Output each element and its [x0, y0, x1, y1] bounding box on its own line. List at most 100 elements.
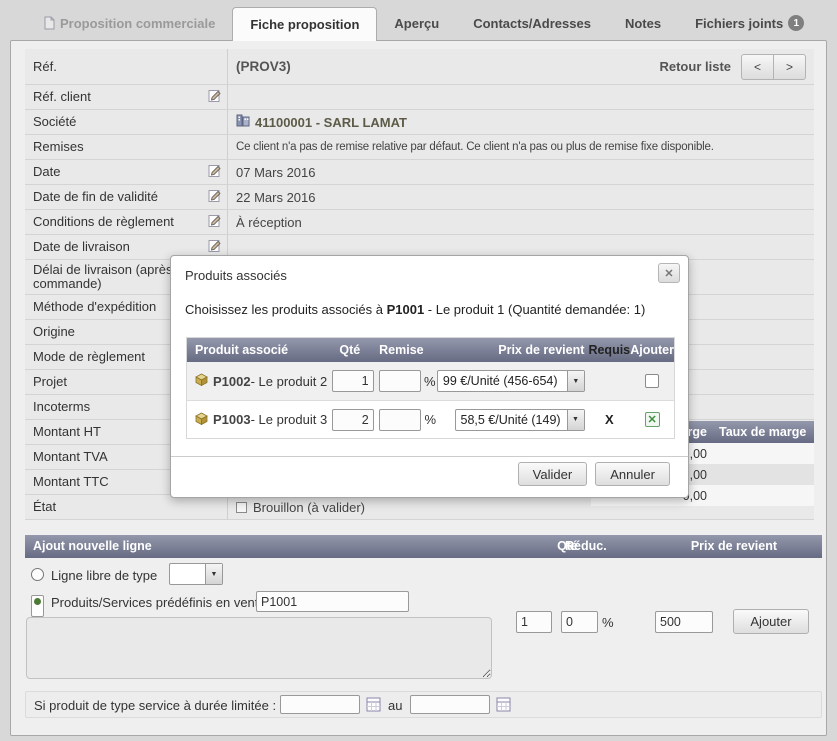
column-header-prix-de-revient: Prix de revient [498, 343, 585, 357]
column-header-ajouter: Ajouter [630, 343, 674, 357]
back-to-list-link[interactable]: Retour liste [659, 59, 731, 74]
next-button[interactable]: > [773, 53, 806, 80]
reduc-input[interactable] [561, 611, 598, 633]
required-mark: X [605, 412, 614, 427]
field-label: Réf. client [33, 89, 91, 104]
qty-input[interactable] [331, 370, 374, 392]
tab-label: Notes [624, 15, 662, 31]
field-label: État [25, 495, 228, 519]
parent-product-ref: P1001 [386, 302, 425, 317]
tab-label: Contacts/Adresses [473, 15, 591, 31]
cancel-button[interactable]: Annuler [595, 462, 670, 486]
field-label: Remises [25, 135, 228, 159]
chevron-down-icon: ▼ [566, 409, 584, 430]
calendar-icon[interactable] [496, 697, 511, 715]
form-row-ref: Réf. (PROV3) Retour liste < > [25, 49, 814, 85]
free-line-label: Ligne libre de type [51, 568, 158, 583]
service-date-start-input[interactable] [280, 695, 360, 714]
table-row: P1002 - Le produit 2 % 99 €/Unité (456-6… [187, 362, 674, 400]
form-row-conditions-reglement: Conditions de règlement À réception [25, 210, 814, 235]
dialog-intro: Choisissez les produits associés à P1001… [185, 302, 646, 317]
edit-icon[interactable] [208, 214, 222, 231]
draft-status-icon [236, 501, 247, 513]
tab-suivi[interactable]: Suivi [821, 6, 837, 40]
field-value: À réception [236, 214, 302, 230]
predefined-product-label: Produits/Services prédéfinis en vente [51, 595, 266, 610]
add-product-checkbox[interactable] [645, 374, 660, 388]
edit-icon[interactable] [208, 189, 222, 206]
free-line-type-select[interactable]: ▼ [169, 563, 223, 585]
service-duration-row: Si produit de type service à durée limit… [25, 691, 822, 718]
product-ref-input[interactable] [256, 591, 409, 612]
column-header-reduc: Réduc. [565, 539, 607, 553]
field-value: 07 Mars 2016 [236, 164, 316, 180]
form-row-remises: Remises Ce client n'a pas de remise rela… [25, 135, 814, 160]
service-duration-au-label: au [388, 698, 403, 713]
company-link[interactable]: 41100001 - SARL LAMAT [255, 115, 407, 130]
status-value: Brouillon (à valider) [253, 499, 365, 515]
calendar-icon[interactable] [366, 697, 381, 715]
product-ref-link[interactable]: P1003 [213, 412, 251, 427]
tab-contacts-adresses[interactable]: Contacts/Adresses [456, 6, 608, 40]
field-value: Ce client n'a pas de remise relative par… [236, 141, 714, 153]
remise-input[interactable] [379, 370, 422, 392]
document-icon [43, 16, 55, 30]
tab-proposition-commerciale[interactable]: Proposition commerciale [26, 6, 232, 40]
product-name: - Le produit 3 [250, 412, 328, 427]
associated-products-table: Produit associé Qté Remise Prix de revie… [186, 337, 675, 439]
product-name: - Le produit 2 [250, 373, 328, 389]
remise-input[interactable] [379, 408, 422, 431]
product-ref-link[interactable]: P1002 [213, 374, 251, 389]
qty-input[interactable] [331, 408, 374, 431]
field-value [228, 85, 814, 109]
product-icon [195, 373, 208, 389]
price-input[interactable] [655, 611, 713, 633]
percent-label: % [424, 412, 436, 427]
edit-icon[interactable] [208, 239, 222, 256]
add-line-button[interactable]: Ajouter [733, 609, 809, 634]
field-label: Réf. [25, 49, 228, 84]
predefined-product-radio[interactable] [31, 595, 44, 617]
new-line-description-textarea[interactable] [26, 617, 492, 679]
column-header-requis: Requis [588, 343, 631, 357]
divider [171, 456, 688, 457]
field-label: Date de fin de validité [33, 189, 159, 204]
tab-label: Fichiers joints [695, 15, 784, 31]
field-label: Date [33, 164, 61, 179]
tab-apercu[interactable]: Aperçu [377, 6, 456, 40]
attachments-count-badge: 1 [788, 15, 805, 31]
tab-fichiers-joints[interactable]: Fichiers joints 1 [678, 6, 821, 40]
tab-bar: Proposition commerciale Fiche propositio… [0, 0, 837, 41]
dialog-title: Produits associés [185, 268, 287, 283]
column-header-prix-de-revient: Prix de revient [690, 539, 777, 553]
field-label: Date de livraison [33, 239, 130, 254]
validate-button[interactable]: Valider [517, 462, 588, 486]
form-row-date: Date 07 Mars 2016 [25, 160, 814, 185]
edit-icon[interactable] [208, 89, 222, 106]
close-icon[interactable]: ✕ [658, 263, 680, 283]
chevron-down-icon: ▼ [566, 371, 584, 391]
tab-label: Proposition commerciale [60, 15, 216, 31]
qty-input[interactable] [516, 611, 552, 633]
page: Proposition commerciale Fiche propositio… [0, 0, 837, 741]
service-duration-label: Si produit de type service à durée limit… [34, 698, 297, 713]
price-select[interactable]: 58,5 €/Unité (149) ▼ [454, 408, 585, 431]
form-row-date-fin-validite: Date de fin de validité 22 Mars 2016 [25, 185, 814, 210]
section-title: Ajout nouvelle ligne [33, 539, 152, 553]
field-label: Conditions de règlement [33, 214, 174, 229]
form-row-societe: Société 41100001 - SARL LAMAT [25, 110, 814, 135]
added-checkbox-icon[interactable]: ✕ [644, 412, 660, 427]
price-select[interactable]: 99 €/Unité (456-654) ▼ [436, 370, 585, 392]
tab-fiche-proposition[interactable]: Fiche proposition [232, 7, 378, 41]
free-line-radio[interactable] [31, 568, 44, 581]
field-label: Société [25, 110, 228, 134]
edit-icon[interactable] [208, 164, 222, 181]
tab-label: Fiche proposition [250, 17, 360, 32]
tab-notes[interactable]: Notes [608, 6, 678, 40]
chevron-down-icon: ▼ [205, 564, 222, 584]
service-date-end-input[interactable] [410, 695, 490, 714]
column-header-produit-associe: Produit associé [195, 343, 289, 357]
company-icon [236, 114, 250, 130]
prev-button[interactable]: < [741, 53, 774, 80]
column-header-remise: Remise [379, 343, 424, 357]
